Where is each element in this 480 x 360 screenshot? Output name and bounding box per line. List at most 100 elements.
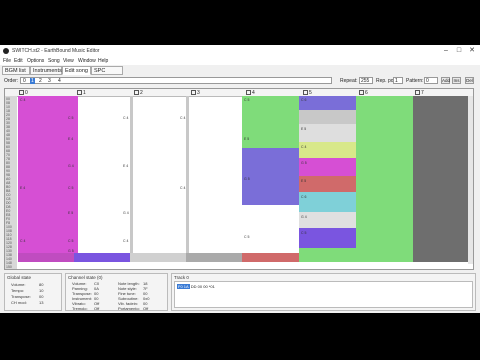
- menu-song[interactable]: Song: [48, 58, 60, 64]
- menu-view[interactable]: View: [63, 58, 74, 64]
- note-block-channel-5[interactable]: [299, 212, 356, 228]
- note-cell[interactable]: G 5: [301, 161, 307, 165]
- note-block-channel-4[interactable]: [242, 96, 299, 148]
- note-cell[interactable]: E 5: [68, 211, 73, 215]
- kv-value: 80: [39, 282, 44, 287]
- note-block-channel-5[interactable]: [299, 124, 356, 142]
- app-icon: [3, 48, 9, 54]
- note-block-channel-7[interactable]: [413, 96, 470, 262]
- note-block-channel-3[interactable]: [186, 96, 189, 262]
- menu-file[interactable]: File: [3, 58, 11, 64]
- kv-label: Tremolo:: [72, 306, 88, 311]
- note-cell[interactable]: C 4: [123, 116, 128, 120]
- note-cell[interactable]: E 5: [301, 127, 306, 131]
- minimize-button[interactable]: –: [440, 46, 452, 56]
- note-cell[interactable]: C 4: [180, 116, 185, 120]
- tab-instruments[interactable]: Instruments: [30, 66, 62, 75]
- note-cell[interactable]: G 4: [301, 215, 307, 219]
- note-block-channel-5[interactable]: [299, 248, 356, 262]
- maximize-button[interactable]: □: [453, 46, 465, 56]
- note-cell[interactable]: C 5: [68, 116, 73, 120]
- track-selection[interactable]: F0 1A: [177, 284, 190, 289]
- repeat-field[interactable]: 255: [359, 77, 373, 84]
- note-cell[interactable]: C 4: [123, 239, 128, 243]
- note-cell[interactable]: E 4: [68, 137, 73, 141]
- note-cell[interactable]: E 4: [123, 164, 128, 168]
- note-block-channel-5[interactable]: [299, 228, 356, 248]
- grid-scrollbar[interactable]: [468, 96, 473, 264]
- kv-label: Portamento:: [118, 306, 140, 311]
- order-item[interactable]: 3: [48, 78, 51, 84]
- global-state-title: Global state: [7, 275, 32, 280]
- row-number: 150: [6, 265, 12, 269]
- note-block-channel-5[interactable]: [299, 142, 356, 158]
- order-item[interactable]: 2: [39, 78, 42, 84]
- note-cell[interactable]: C 6: [301, 98, 306, 102]
- note-cell[interactable]: C 4: [20, 98, 25, 102]
- note-block-channel-5[interactable]: [299, 110, 356, 124]
- kv-value: Off: [94, 306, 100, 311]
- menu-window[interactable]: Window: [78, 58, 96, 64]
- note-block-channel-6[interactable]: [356, 96, 413, 262]
- pattern-select[interactable]: 0: [424, 77, 438, 84]
- note-block-channel-5[interactable]: [299, 192, 356, 212]
- title-bar: SWITCH.st2 - EarthBound Music Editor – □…: [0, 45, 480, 57]
- note-block-channel-5[interactable]: [299, 96, 356, 110]
- order-item[interactable]: 0: [23, 78, 26, 84]
- window-title: SWITCH.st2 - EarthBound Music Editor: [12, 48, 100, 54]
- track-commands[interactable]: DD 00 00 *01: [191, 284, 215, 289]
- note-cell[interactable]: G 5: [68, 249, 74, 253]
- note-block-channel-1[interactable]: [74, 96, 78, 262]
- order-item-selected[interactable]: 1: [30, 78, 35, 84]
- note-block-channel-5[interactable]: [299, 176, 356, 192]
- track-editor[interactable]: F0 1A DD 00 00 *01: [174, 281, 473, 308]
- tab-spc-packs[interactable]: SPC packs: [91, 66, 123, 83]
- kv-label: Transpose:: [11, 294, 31, 299]
- note-cell[interactable]: G 4: [123, 211, 129, 215]
- note-cell[interactable]: C 4: [20, 239, 25, 243]
- channel-header[interactable]: 1: [83, 90, 86, 96]
- note-cell[interactable]: C 5: [68, 186, 73, 190]
- note-cell[interactable]: C 5: [301, 231, 306, 235]
- note-cell[interactable]: E 5: [301, 179, 306, 183]
- kv-label: CH mod:: [11, 300, 27, 305]
- menu-help[interactable]: Help: [98, 58, 108, 64]
- kv-label: Volume:: [11, 282, 26, 287]
- order-item[interactable]: 4: [58, 78, 61, 84]
- global-state-panel: Global state Volume: 80 Tempo: 10 Transp…: [4, 273, 62, 311]
- note-cell[interactable]: E 4: [20, 186, 25, 190]
- pattern-grid[interactable]: 0 1 2 3 4 5 6 7 00 08 10 18 20 28 30 38 …: [4, 88, 474, 270]
- note-cell[interactable]: C 4: [301, 145, 306, 149]
- note-block-channel-4[interactable]: [242, 253, 299, 262]
- note-cell[interactable]: C 5: [68, 239, 73, 243]
- order-label: Order:: [4, 78, 19, 84]
- note-cell[interactable]: C 5: [244, 235, 249, 239]
- repeat-label: Repeat:: [340, 78, 358, 84]
- note-block-channel-2[interactable]: [130, 253, 186, 262]
- order-list[interactable]: 0 1 2 3 4: [20, 77, 332, 84]
- tab-bgm-list[interactable]: BGM list: [2, 66, 30, 75]
- note-block-channel-1[interactable]: [74, 253, 130, 262]
- note-cell[interactable]: C 6: [301, 195, 306, 199]
- note-block-channel-3[interactable]: [186, 253, 242, 262]
- delete-pattern-button[interactable]: Del: [465, 77, 474, 84]
- menu-edit[interactable]: Edit: [14, 58, 23, 64]
- insert-pattern-button[interactable]: Ins: [452, 77, 461, 84]
- note-block-channel-2[interactable]: [130, 96, 133, 262]
- note-block-channel-4[interactable]: [242, 148, 299, 205]
- tab-edit-song[interactable]: Edit song: [62, 66, 91, 75]
- note-block-channel-5[interactable]: [299, 158, 356, 176]
- note-cell[interactable]: E 5: [244, 137, 249, 141]
- note-block-channel-0[interactable]: [18, 253, 74, 262]
- add-pattern-button[interactable]: Add: [441, 77, 450, 84]
- note-cell[interactable]: C 5: [244, 98, 249, 102]
- channel-header[interactable]: 3: [197, 90, 200, 96]
- note-block-channel-0[interactable]: [18, 96, 74, 262]
- close-button[interactable]: ✕: [466, 46, 478, 56]
- note-cell[interactable]: C 4: [180, 186, 185, 190]
- note-cell[interactable]: G 5: [244, 177, 250, 181]
- note-cell[interactable]: G 4: [68, 164, 74, 168]
- repeat-pos-field[interactable]: 1: [393, 77, 403, 84]
- menu-options[interactable]: Options: [27, 58, 44, 64]
- channel-header[interactable]: 2: [140, 90, 143, 96]
